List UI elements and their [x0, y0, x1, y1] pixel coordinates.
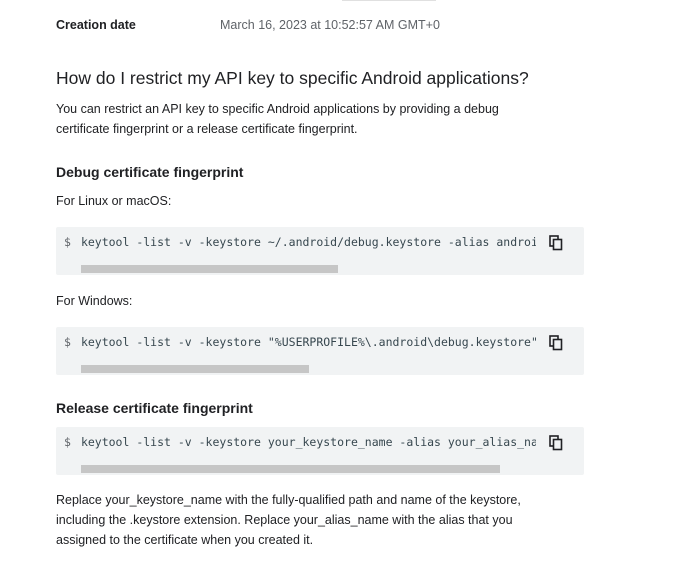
windows-label: For Windows:: [56, 294, 133, 308]
code-block-release: $ keytool -list -v -keystore your_keystor…: [56, 427, 584, 475]
faq-intro-line1: You can restrict an API key to specific …: [56, 102, 499, 116]
code-prompt: $: [64, 235, 71, 249]
code-block-windows: $ keytool -list -v -keystore "%USERPROFIL…: [56, 327, 584, 375]
faq-intro: You can restrict an API key to specific …: [56, 99, 576, 139]
footer-line3: assigned to the certificate when you cre…: [56, 533, 314, 547]
footer-line1: Replace your_keystore_name with the full…: [56, 493, 521, 507]
faq-title: How do I restrict my API key to specific…: [56, 68, 529, 88]
linux-command: keytool -list -v -keystore ~/.android/de…: [80, 235, 536, 249]
footer-text: Replace your_keystore_name with the full…: [56, 490, 576, 550]
creation-date-label: Creation date: [56, 18, 136, 32]
release-command: keytool -list -v -keystore your_keystore…: [80, 435, 536, 449]
linux-label: For Linux or macOS:: [56, 194, 172, 208]
code-prompt: $: [64, 435, 71, 449]
windows-command: keytool -list -v -keystore "%USERPROFILE…: [80, 335, 536, 349]
horizontal-scrollbar[interactable]: [81, 265, 338, 273]
release-heading: Release certificate fingerprint: [56, 400, 253, 416]
debug-heading: Debug certificate fingerprint: [56, 164, 244, 180]
copy-icon[interactable]: [548, 335, 564, 351]
code-prompt: $: [64, 335, 71, 349]
footer-line2: including the .keystore extension. Repla…: [56, 513, 513, 527]
code-line[interactable]: $ keytool -list -v -keystore "%USERPROFIL…: [64, 335, 536, 349]
divider: [342, 0, 436, 1]
horizontal-scrollbar[interactable]: [81, 465, 500, 473]
code-line[interactable]: $ keytool -list -v -keystore your_keystor…: [64, 435, 536, 449]
code-block-linux: $ keytool -list -v -keystore ~/.android/d…: [56, 227, 584, 275]
horizontal-scrollbar[interactable]: [81, 365, 309, 373]
code-line[interactable]: $ keytool -list -v -keystore ~/.android/d…: [64, 235, 536, 249]
faq-intro-line2: certificate fingerprint or a release cer…: [56, 122, 358, 136]
creation-date-value: March 16, 2023 at 10:52:57 AM GMT+0: [220, 18, 440, 32]
copy-icon[interactable]: [548, 235, 564, 251]
creation-date-row: Creation date March 16, 2023 at 10:52:57…: [56, 18, 616, 36]
copy-icon[interactable]: [548, 435, 564, 451]
